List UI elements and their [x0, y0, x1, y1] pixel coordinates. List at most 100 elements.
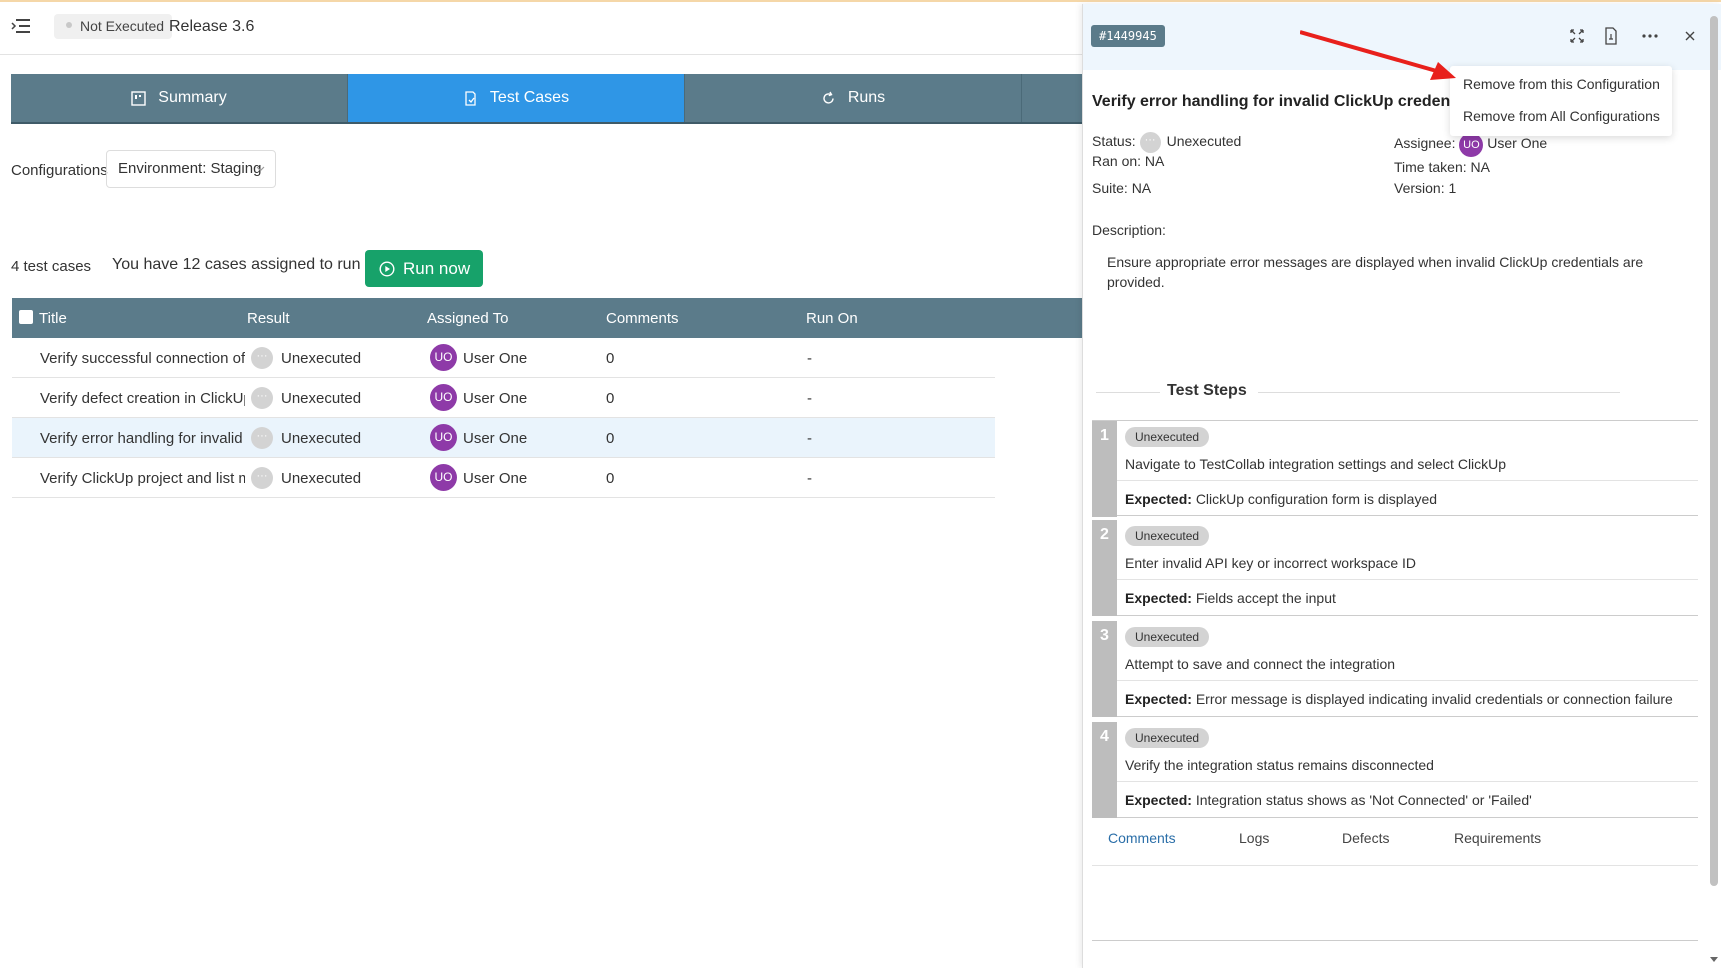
status-ellipsis-icon: ···	[251, 467, 273, 489]
assignee-name: User One	[463, 390, 528, 407]
column-title[interactable]: Title	[39, 310, 67, 327]
step-status-badge[interactable]: Unexecuted	[1125, 427, 1210, 447]
test-case-count: 4 test cases	[11, 258, 92, 275]
divider	[1117, 781, 1698, 782]
annotation-arrow-icon	[1300, 30, 1456, 80]
close-icon[interactable]	[1680, 26, 1700, 46]
remove-from-this-configuration-item[interactable]: Remove from this Configuration	[1463, 76, 1660, 92]
case-result: Unexecuted	[281, 350, 362, 367]
run-on-value: -	[807, 390, 812, 407]
step-status-badge[interactable]: Unexecuted	[1125, 728, 1210, 748]
remove-from-all-configurations-item[interactable]: Remove from All Configurations	[1463, 108, 1660, 124]
step-number: 1	[1092, 421, 1117, 517]
step-action: Verify the integration status remains di…	[1125, 757, 1434, 773]
step-expected: Expected: ClickUp configuration form is …	[1125, 491, 1438, 507]
sidebar-toggle-icon[interactable]	[10, 16, 32, 36]
avatar: UO	[430, 384, 457, 411]
export-pdf-icon[interactable]	[1601, 26, 1621, 46]
description-label: Description:	[1092, 222, 1166, 238]
divider	[1117, 480, 1698, 481]
run-status-badge: Not Executed	[54, 14, 173, 39]
case-title[interactable]: Verify error handling for invalid	[40, 430, 245, 447]
avatar: UO	[430, 464, 457, 491]
status-ellipsis-icon: ···	[251, 347, 273, 369]
main-content: Summary Test Cases Runs Configurations E…	[0, 54, 1082, 968]
test-step: 1 Unexecuted Navigate to TestCollab inte…	[1092, 420, 1698, 517]
column-assigned-to[interactable]: Assigned To	[427, 310, 508, 327]
play-circle-icon	[379, 260, 395, 277]
case-title[interactable]: Verify successful connection of	[40, 350, 245, 367]
divider	[0, 54, 1082, 55]
step-number: 4	[1092, 722, 1117, 818]
column-comments[interactable]: Comments	[606, 310, 679, 327]
case-result: Unexecuted	[281, 430, 362, 447]
test-step: 3 Unexecuted Attempt to save and connect…	[1092, 621, 1698, 717]
assigned-cases-text: You have 12 cases assigned to run	[112, 256, 361, 273]
test-cases-icon	[465, 90, 476, 106]
test-steps-title: Test Steps	[1167, 382, 1247, 399]
suite-field: Suite: NA	[1092, 180, 1152, 196]
tab-comments[interactable]: Comments	[1108, 830, 1176, 846]
test-case-id-badge: #1449945	[1091, 25, 1165, 47]
tab-runs[interactable]: Runs	[685, 74, 1022, 122]
divider	[1092, 940, 1698, 941]
divider	[1117, 579, 1698, 580]
status-field: Status: ··· Unexecuted	[1092, 132, 1241, 153]
run-now-button[interactable]: Run now	[365, 250, 483, 287]
column-result[interactable]: Result	[247, 310, 290, 327]
tab-test-cases[interactable]: Test Cases	[348, 74, 685, 122]
assignee-name: User One	[463, 470, 528, 487]
step-status-badge[interactable]: Unexecuted	[1125, 526, 1210, 546]
refresh-icon	[823, 91, 834, 104]
chevron-down-icon	[256, 166, 265, 172]
run-on-value: -	[807, 430, 812, 447]
tab-logs[interactable]: Logs	[1239, 830, 1269, 846]
version-field: Version: 1	[1394, 180, 1457, 196]
table-row[interactable]: Verify defect creation in ClickUp ··· Un…	[12, 378, 995, 418]
step-status-badge[interactable]: Unexecuted	[1125, 627, 1210, 647]
time-taken-field: Time taken: NA	[1394, 159, 1490, 175]
comment-count: 0	[606, 470, 615, 487]
divider	[1258, 392, 1620, 393]
table-header: Title Result Assigned To Comments Run On	[12, 298, 1082, 338]
assignee-name: User One	[463, 430, 528, 447]
expand-icon[interactable]	[1567, 26, 1587, 46]
run-on-value: -	[807, 350, 812, 367]
case-title[interactable]: Verify defect creation in ClickUp	[40, 390, 245, 407]
configuration-select[interactable]: Environment: Staging	[106, 150, 276, 188]
case-result: Unexecuted	[281, 470, 362, 487]
step-action: Attempt to save and connect the integrat…	[1125, 656, 1396, 672]
case-title[interactable]: Verify ClickUp project and list m	[40, 470, 245, 487]
test-step: 2 Unexecuted Enter invalid API key or in…	[1092, 520, 1698, 616]
summary-icon	[131, 90, 146, 106]
test-step: 4 Unexecuted Verify the integration stat…	[1092, 722, 1698, 818]
column-run-on[interactable]: Run On	[806, 310, 858, 327]
table-row[interactable]: Verify successful connection of ··· Unex…	[12, 338, 995, 378]
divider	[1096, 392, 1160, 393]
release-title: Release 3.6	[169, 18, 255, 35]
panel-scrollbar[interactable]	[1710, 16, 1718, 886]
scroll-down-arrow-icon[interactable]	[1709, 956, 1719, 964]
more-options-icon[interactable]	[1640, 26, 1660, 46]
ran-on-field: Ran on: NA	[1092, 153, 1165, 169]
table-row[interactable]: Verify ClickUp project and list m ··· Un…	[12, 458, 995, 498]
assignee-name: User One	[463, 350, 528, 367]
step-action: Navigate to TestCollab integration setti…	[1125, 456, 1507, 472]
run-on-value: -	[807, 470, 812, 487]
select-all-checkbox[interactable]	[19, 310, 33, 324]
step-expected: Expected: Integration status shows as 'N…	[1125, 792, 1532, 808]
step-action: Enter invalid API key or incorrect works…	[1125, 555, 1417, 571]
tab-defects[interactable]: Defects	[1342, 830, 1389, 846]
status-ellipsis-icon: ···	[251, 387, 273, 409]
table-row[interactable]: Verify error handling for invalid ··· Un…	[12, 418, 995, 458]
assignee-field: Assignee: UO User One	[1394, 133, 1547, 157]
description-text: Ensure appropriate error messages are di…	[1107, 254, 1644, 290]
avatar: UO	[1459, 133, 1484, 157]
status-dot-icon	[66, 22, 72, 29]
release-tabs: Summary Test Cases Runs	[11, 74, 1082, 124]
tab-summary[interactable]: Summary	[11, 74, 348, 122]
test-case-detail-panel: #1449945 Verify error handling for inval…	[1082, 4, 1721, 968]
step-number: 3	[1092, 621, 1117, 717]
detail-tabs: Comments Logs Defects Requirements	[1092, 830, 1698, 866]
tab-requirements[interactable]: Requirements	[1454, 830, 1541, 846]
